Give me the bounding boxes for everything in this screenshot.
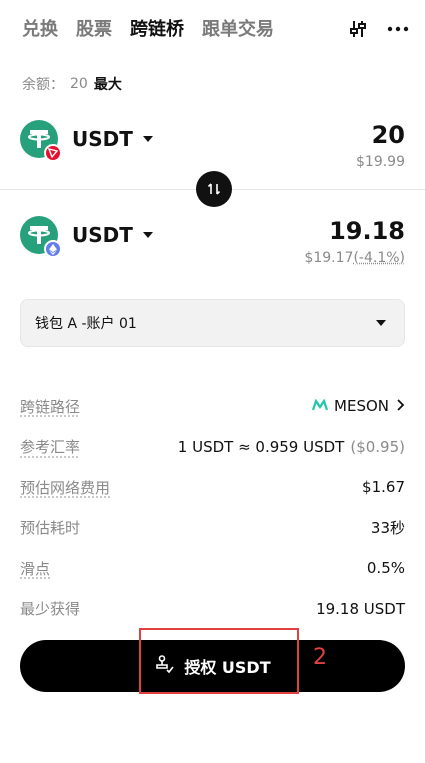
tab-copy-trading[interactable]: 跟单交易 [202,16,274,44]
rate-row: 参考汇率 1 USDT ≈ 0.959 USDT ($0.95) [20,427,405,468]
annotation-step-number: 2 [313,645,327,670]
from-token-selector[interactable]: USDT [20,120,153,162]
to-token-symbol: USDT [72,223,133,247]
top-icons [347,18,409,40]
min-received-label: 最少获得 [20,600,81,619]
annotation-highlight-box [139,628,299,694]
to-usd-value: $19.17(-4.1%) [304,250,405,266]
top-tabs: 兑换 股票 跨链桥 跟单交易 [22,16,274,44]
tab-swap[interactable]: 兑换 [22,16,58,44]
rate-value: 1 USDT ≈ 0.959 USDT [177,437,345,456]
max-button[interactable]: 最大 [94,74,122,94]
route-value: MESON [334,397,389,416]
price-impact: (-4.1%) [353,250,405,266]
chevron-down-icon [376,320,386,326]
balance: 余额： 20 最大 [22,74,122,94]
time-label: 预估耗时 [20,519,81,538]
time-row: 预估耗时 33秒 [20,508,405,549]
tron-icon [44,144,62,162]
chevron-right-icon [395,397,405,415]
tether-icon [20,216,62,258]
from-amount-input[interactable]: 20 [356,120,405,150]
to-token-selector[interactable]: USDT [20,216,153,258]
route-row[interactable]: 跨链路径 MESON [20,386,405,427]
route-label: 跨链路径 [20,397,81,416]
balance-value: 20 [70,76,88,92]
to-amount: 19.18 [329,217,405,245]
from-token-row: USDT 20 $19.99 [20,120,405,170]
tether-icon [20,120,62,162]
swap-arrows-icon [207,183,221,195]
tab-stocks[interactable]: 股票 [76,16,112,44]
slippage-label: 滑点 [20,559,51,578]
rate-label: 参考汇率 [20,438,81,457]
more-options-icon[interactable] [387,18,409,40]
wallet-selector[interactable]: 钱包 A -账户 01 [20,299,405,347]
chevron-down-icon [142,232,153,238]
min-received-row: 最少获得 19.18 USDT [20,589,405,630]
from-usd-value: $19.99 [356,154,405,170]
balance-label: 余额： [22,77,64,93]
time-value: 33秒 [370,519,405,538]
fee-row: 预估网络费用 $1.67 [20,467,405,508]
meson-icon [311,397,329,415]
tab-bridge[interactable]: 跨链桥 [130,16,184,44]
to-token-row: USDT 19.18 $19.17(-4.1%) [20,216,405,266]
chevron-down-icon [142,136,153,142]
settings-sliders-icon[interactable] [347,18,369,40]
swap-direction-button[interactable] [196,171,232,207]
slippage-row[interactable]: 滑点 0.5% [20,548,405,589]
min-received-value: 19.18 USDT [316,599,405,618]
ethereum-icon [44,240,62,258]
wallet-label: 钱包 A -账户 01 [35,316,137,332]
fee-label: 预估网络费用 [20,478,111,497]
rate-usd: ($0.95) [350,437,405,456]
slippage-value: 0.5% [366,559,405,578]
from-token-symbol: USDT [72,127,133,151]
quote-details: 跨链路径 MESON 参考汇率 1 USDT ≈ 0.959 USDT ($0.… [20,386,405,629]
fee-value: $1.67 [362,478,405,497]
